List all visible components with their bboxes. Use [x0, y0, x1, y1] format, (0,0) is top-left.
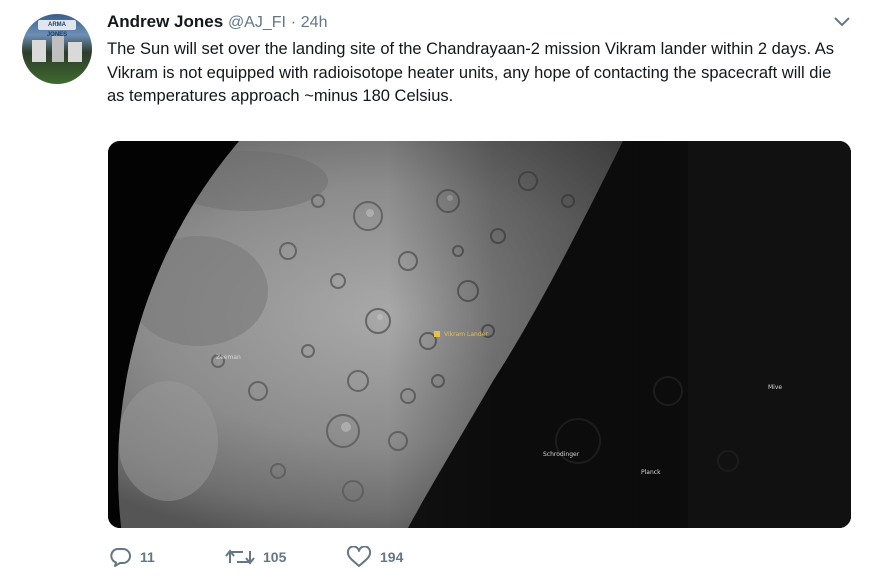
avatar[interactable]: ARMA JONES	[22, 14, 92, 84]
like-count: 194	[380, 549, 404, 565]
crater-label-mive: Mive	[768, 384, 782, 391]
tweet-media-image[interactable]: Vikram Lander Zeeman Mive Schrodinger Pl…	[108, 141, 851, 528]
author-name[interactable]: Andrew Jones	[107, 12, 223, 31]
reply-icon	[108, 546, 132, 568]
like-button[interactable]: 194	[346, 545, 403, 569]
crater-label-zeeman: Zeeman	[216, 354, 241, 361]
landing-site-label: Vikram Lander	[444, 331, 488, 338]
crater-label-schrodinger: Schrodinger	[543, 451, 580, 458]
reply-button[interactable]: 11	[108, 545, 155, 569]
retweet-icon	[225, 546, 255, 568]
retweet-button[interactable]: 105	[225, 545, 286, 569]
timestamp[interactable]: 24h	[301, 14, 328, 31]
tweet-header: Andrew Jones @AJ_FI · 24h	[107, 12, 327, 32]
separator: ·	[290, 14, 297, 31]
avatar-sign: ARMA JONES	[38, 20, 76, 38]
retweet-count: 105	[263, 549, 287, 565]
tweet-text: The Sun will set over the landing site o…	[107, 40, 834, 105]
author-handle[interactable]: @AJ_FI	[228, 14, 286, 31]
reply-count: 11	[140, 549, 155, 565]
chevron-down-icon[interactable]	[832, 14, 852, 30]
heart-icon	[346, 546, 372, 568]
landing-site-marker	[434, 331, 440, 337]
tweet[interactable]: ARMA JONES Andrew Jones @AJ_FI · 24h The…	[0, 0, 875, 583]
crater-label-planck: Planck	[641, 469, 661, 476]
tweet-actions: 11 105 194	[108, 545, 608, 569]
